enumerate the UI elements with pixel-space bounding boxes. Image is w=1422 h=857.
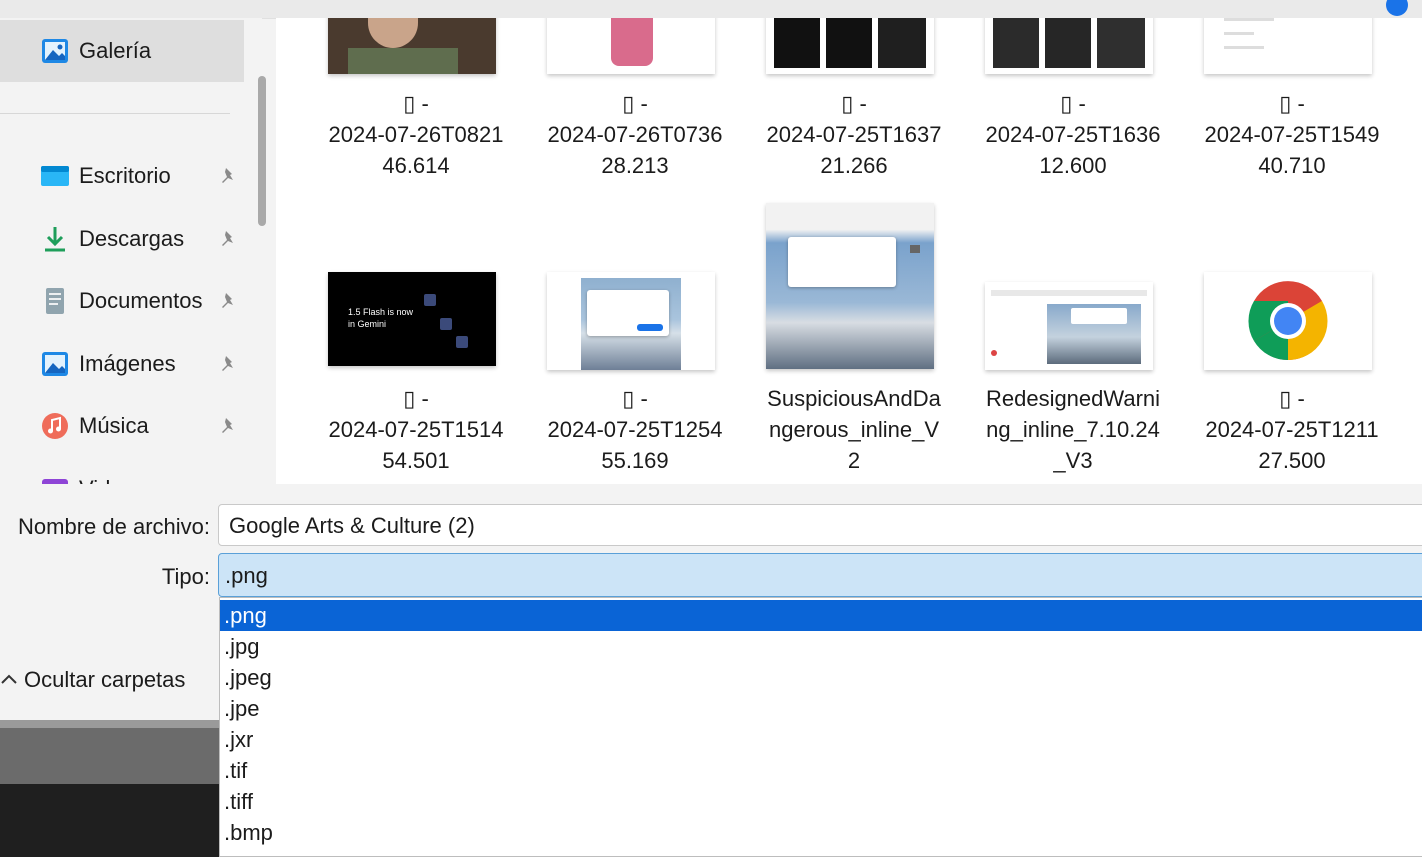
sidebar-item-gallery[interactable]: Galería (0, 20, 244, 82)
help-icon[interactable] (1386, 0, 1408, 16)
filename-input[interactable]: Google Arts & Culture (2) (218, 504, 1422, 546)
sidebar-item-pictures[interactable]: Imágenes (0, 333, 244, 395)
file-name: ▯ -2024-07-25T1254 55.169 (547, 386, 723, 473)
sidebar-item-videos[interactable]: Videos (0, 458, 244, 484)
document-icon (46, 288, 64, 314)
gallery-icon (42, 39, 68, 63)
background-window (0, 720, 220, 784)
dropdown-option-jpeg[interactable]: .jpeg (220, 662, 1422, 693)
file-thumbnail (1204, 272, 1372, 370)
file-name: SuspiciousAndDa ngerous_inline_V 2 (767, 386, 941, 473)
desktop-folder-icon (41, 166, 69, 186)
title-bar (0, 0, 1422, 19)
sidebar-item-documents[interactable]: Documentos (0, 270, 244, 332)
sidebar-item-label: Descargas (79, 226, 185, 251)
file-thumbnail (328, 18, 496, 74)
music-icon (42, 413, 68, 439)
filename-label: Nombre de archivo: (18, 514, 210, 539)
hide-folders-label: Ocultar carpetas (24, 667, 186, 692)
pin-icon[interactable] (218, 416, 238, 436)
sidebar-item-desktop[interactable]: Escritorio (0, 145, 244, 207)
filetype-selected-value: .png (225, 563, 268, 588)
dropdown-option-jpe[interactable]: .jpe (220, 693, 1422, 724)
file-name: ▯ -2024-07-25T1514 54.501 (328, 386, 504, 473)
file-thumbnail (547, 18, 715, 74)
pictures-icon (42, 352, 68, 376)
sidebar-scrollbar[interactable] (258, 76, 266, 226)
file-name: ▯ -2024-07-26T0736 28.213 (547, 91, 723, 178)
videos-icon (42, 479, 68, 484)
file-thumbnail (547, 272, 715, 370)
sidebar-item-downloads[interactable]: Descargas (0, 208, 244, 270)
chevron-up-icon (1, 674, 17, 684)
file-name: ▯ -2024-07-25T1637 21.266 (766, 91, 942, 178)
thumbnail-caption: 1.5 Flash is now in Gemini (348, 307, 414, 329)
file-thumbnail (1204, 18, 1372, 74)
pin-icon[interactable] (218, 229, 238, 249)
navigation-pane: Galería Escritorio Descargas Documentos … (0, 18, 262, 484)
sidebar-item-label: Escritorio (79, 163, 171, 188)
pin-icon[interactable] (218, 166, 238, 186)
sidebar-item-music[interactable]: Música (0, 395, 244, 457)
file-name: RedesignedWarni ng_inline_7.10.24 _V3 (985, 386, 1161, 473)
sidebar-item-label: Documentos (79, 288, 203, 313)
sidebar-item-label: Música (79, 413, 149, 438)
sidebar-item-label: Galería (79, 38, 152, 63)
file-thumbnail (985, 18, 1153, 74)
file-name: ▯ -2024-07-26T0821 46.614 (328, 91, 504, 178)
dropdown-option-bmp[interactable]: .bmp (220, 817, 1422, 848)
filetype-dropdown-list: .png .jpg .jpeg .jpe .jxr .tif .tiff .bm… (219, 597, 1422, 857)
dropdown-option-tiff[interactable]: .tiff (220, 786, 1422, 817)
chrome-icon (1248, 281, 1328, 361)
file-name: ▯ -2024-07-25T1211 27.500 (1205, 386, 1379, 473)
filetype-select[interactable]: .png (218, 553, 1422, 597)
file-name: ▯ -2024-07-25T1549 40.710 (1204, 91, 1380, 178)
sidebar-item-label: Videos (79, 476, 146, 484)
pin-icon[interactable] (218, 354, 238, 374)
sidebar-divider (0, 113, 230, 114)
pin-icon[interactable] (218, 291, 238, 311)
download-icon (45, 227, 65, 252)
file-name: ▯ -2024-07-25T1636 12.600 (985, 91, 1161, 178)
filetype-label: Tipo: (161, 564, 210, 589)
file-thumbnail: 1.5 Flash is now in Gemini (328, 272, 496, 366)
dropdown-option-png[interactable]: .png (220, 600, 1422, 631)
dropdown-option-jxr[interactable]: .jxr (220, 724, 1422, 755)
dropdown-option-jpg[interactable]: .jpg (220, 631, 1422, 662)
file-thumbnail (766, 203, 934, 369)
hide-folders-button[interactable]: Ocultar carpetas (0, 660, 185, 700)
background-window-edge (0, 720, 220, 728)
dropdown-option-tif[interactable]: .tif (220, 755, 1422, 786)
file-thumbnail (766, 18, 934, 74)
file-thumbnail (985, 282, 1153, 370)
sidebar-item-label: Imágenes (79, 351, 176, 376)
file-grid: ▯ -2024-07-26T0821 46.614 ▯ -2024-07-26T0… (276, 18, 1422, 484)
